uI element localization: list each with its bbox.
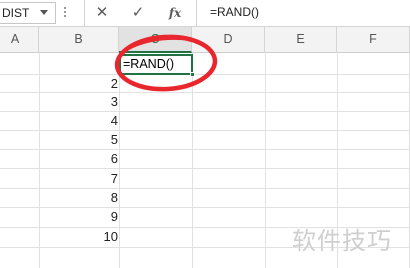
cell-b6[interactable]: 6 xyxy=(40,151,118,166)
grid-line xyxy=(0,130,410,131)
grid-line xyxy=(0,207,410,208)
grid-line xyxy=(192,53,193,268)
divider xyxy=(196,0,197,27)
column-header-b[interactable]: B xyxy=(39,27,119,53)
divider xyxy=(84,0,85,27)
cell-b3[interactable]: 3 xyxy=(40,94,118,109)
drag-handle-icon[interactable] xyxy=(64,7,67,19)
grid-line xyxy=(0,188,410,189)
formula-input[interactable]: =RAND() xyxy=(210,5,259,19)
cell-b7[interactable]: 7 xyxy=(40,171,118,186)
active-cell[interactable]: =RAND() xyxy=(119,54,193,75)
column-header-a[interactable]: A xyxy=(0,27,39,53)
grid-line xyxy=(0,149,410,150)
watermark-text: 软件技巧 xyxy=(292,227,392,255)
name-box[interactable]: DIST xyxy=(0,2,56,24)
grid-line xyxy=(119,53,120,268)
cell-b9[interactable]: 9 xyxy=(40,209,118,224)
fill-handle[interactable] xyxy=(190,72,195,77)
cell-b2[interactable]: 2 xyxy=(40,76,118,91)
cancel-icon[interactable]: ✕ xyxy=(92,3,112,23)
column-header-e[interactable]: E xyxy=(265,27,337,53)
active-cell-content: =RAND() xyxy=(123,57,175,71)
grid-line xyxy=(0,92,410,93)
grid-line xyxy=(0,74,410,75)
grid-line xyxy=(0,168,410,169)
cell-b10[interactable]: 10 xyxy=(40,229,118,244)
enter-icon[interactable]: ✓ xyxy=(128,3,148,23)
grid-line xyxy=(265,53,266,268)
formula-bar: DIST ✕ ✓ fx =RAND() xyxy=(0,0,410,27)
grid-line xyxy=(0,111,410,112)
cell-b4[interactable]: 4 xyxy=(40,113,118,128)
column-header-d[interactable]: D xyxy=(192,27,265,53)
cell-b8[interactable]: 8 xyxy=(40,190,118,205)
insert-function-button[interactable]: fx xyxy=(165,3,185,23)
name-box-value: DIST xyxy=(2,6,30,20)
cell-b5[interactable]: 5 xyxy=(40,132,118,147)
chevron-down-icon[interactable] xyxy=(40,10,48,15)
column-header-f[interactable]: F xyxy=(337,27,410,53)
column-header-c[interactable]: C xyxy=(119,27,192,53)
